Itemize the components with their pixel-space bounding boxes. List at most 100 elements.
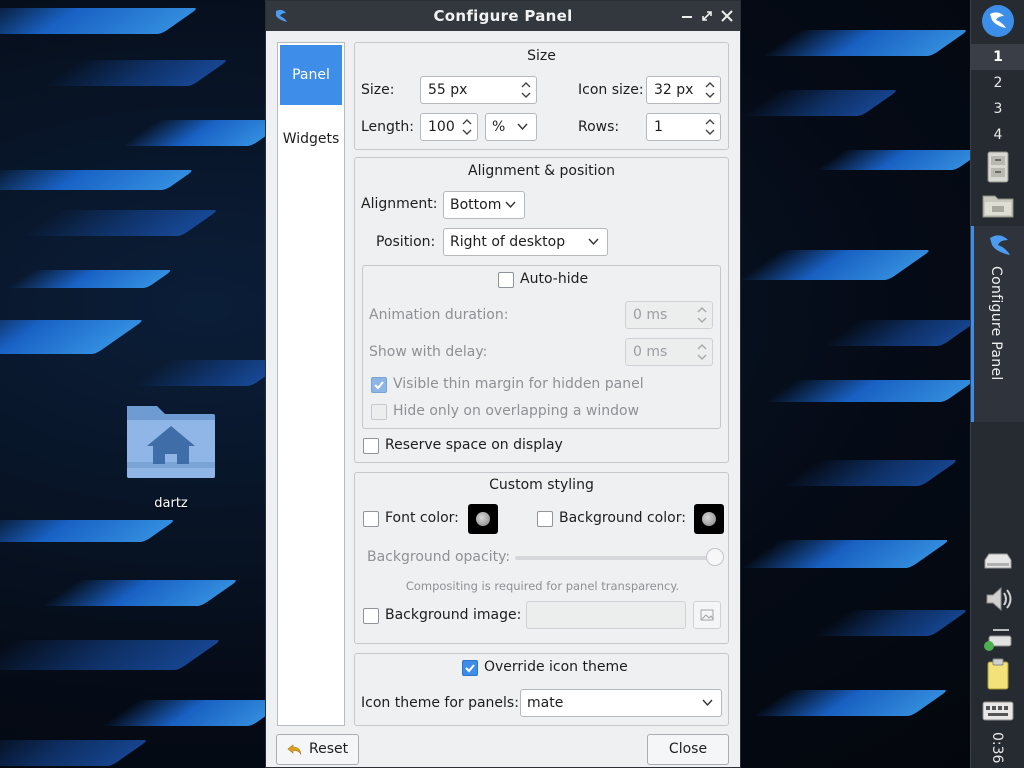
- length-unit-value: %: [492, 119, 506, 135]
- icon-size-value: 32 px: [654, 82, 694, 98]
- background-color-checkbox[interactable]: [537, 511, 553, 527]
- workspace-2[interactable]: 2: [971, 70, 1024, 96]
- animation-duration-value: 0 ms: [633, 307, 668, 323]
- maximize-icon[interactable]: [698, 6, 716, 26]
- file-cabinet-icon[interactable]: [979, 150, 1017, 184]
- background-color-label: Background color:: [559, 510, 686, 526]
- workspace-4[interactable]: 4: [971, 122, 1024, 148]
- hide-overlap-checkbox[interactable]: [371, 404, 387, 420]
- font-color-checkbox[interactable]: [363, 511, 379, 527]
- position-value: Right of desktop: [450, 234, 566, 250]
- spin-arrows-icon[interactable]: [704, 116, 716, 138]
- size-label: Size:: [361, 82, 395, 98]
- icon-size-label: Icon size:: [578, 82, 644, 98]
- rows-value: 1: [654, 119, 663, 135]
- thin-margin-label: Visible thin margin for hidden panel: [393, 376, 644, 392]
- configure-panel-dialog: Configure Panel Panel Widgets Size Size:…: [265, 0, 741, 768]
- lxqt-icon: [990, 235, 1010, 255]
- custom-styling-title: Custom styling: [489, 477, 594, 493]
- position-label: Position:: [376, 234, 436, 250]
- animation-duration-spinbox[interactable]: 0 ms: [625, 301, 713, 329]
- network-icon[interactable]: [981, 624, 1015, 654]
- undo-icon: [287, 744, 302, 755]
- spin-arrows-icon[interactable]: [696, 304, 708, 326]
- autohide-group: Auto-hide Animation duration: 0 ms Show …: [362, 265, 721, 429]
- chevron-down-icon: [588, 238, 599, 246]
- check-icon: [465, 664, 475, 673]
- minimize-icon[interactable]: [678, 6, 696, 26]
- autohide-checkbox[interactable]: [498, 272, 514, 288]
- folder-drive-icon[interactable]: [979, 188, 1017, 222]
- icon-theme-value: mate: [527, 695, 564, 711]
- chevron-down-icon: [517, 123, 528, 131]
- show-delay-spinbox[interactable]: 0 ms: [625, 338, 713, 366]
- show-delay-label: Show with delay:: [369, 344, 488, 360]
- sidebar-item-panel[interactable]: Panel: [280, 45, 342, 105]
- task-configure-panel[interactable]: Configure Panel: [971, 226, 1024, 422]
- category-sidebar: Panel Widgets: [277, 42, 345, 726]
- thin-margin-checkbox[interactable]: [371, 377, 387, 393]
- alignment-value: Bottom: [450, 197, 502, 213]
- browse-image-button[interactable]: [693, 601, 721, 629]
- length-value: 100: [428, 119, 455, 135]
- size-group: Size Size: 55 px Icon size: 32 px Length…: [354, 42, 729, 150]
- reset-button[interactable]: Reset: [276, 734, 359, 765]
- rows-spinbox[interactable]: 1: [646, 113, 721, 141]
- close-button[interactable]: Close: [647, 734, 729, 765]
- spin-arrows-icon[interactable]: [461, 116, 473, 138]
- reserve-space-label: Reserve space on display: [385, 437, 563, 453]
- background-image-checkbox[interactable]: [363, 608, 379, 624]
- font-color-label: Font color:: [385, 510, 459, 526]
- clock[interactable]: 0:36: [989, 732, 1005, 763]
- workspace-3[interactable]: 3: [971, 96, 1024, 122]
- title-bar[interactable]: Configure Panel: [266, 1, 740, 31]
- keyboard-icon[interactable]: [981, 698, 1015, 728]
- icon-size-spinbox[interactable]: 32 px: [646, 76, 721, 104]
- size-spinbox[interactable]: 55 px: [420, 76, 537, 104]
- opacity-slider-handle[interactable]: [706, 548, 724, 566]
- length-label: Length:: [361, 119, 415, 135]
- workspace-1[interactable]: 1: [971, 44, 1024, 70]
- reserve-space-checkbox[interactable]: [363, 438, 379, 454]
- alignment-group: Alignment & position Alignment: Bottom P…: [354, 157, 729, 463]
- drive-icon[interactable]: [981, 548, 1015, 578]
- main-menu-icon[interactable]: [979, 4, 1017, 38]
- length-unit-select[interactable]: %: [485, 113, 537, 141]
- spin-arrows-icon[interactable]: [696, 341, 708, 363]
- size-value: 55 px: [428, 82, 468, 98]
- window-title: Configure Panel: [433, 7, 573, 25]
- font-color-button[interactable]: [468, 504, 498, 534]
- autohide-label: Auto-hide: [520, 271, 589, 287]
- opacity-slider[interactable]: [515, 556, 715, 560]
- background-image-label: Background image:: [385, 607, 522, 623]
- chevron-down-icon: [505, 201, 516, 209]
- custom-styling-group: Custom styling Font color: Background co…: [354, 472, 729, 644]
- background-image-path-field[interactable]: [526, 601, 686, 629]
- icon-theme-label: Icon theme for panels:: [361, 695, 519, 711]
- length-spinbox[interactable]: 100: [420, 113, 478, 141]
- sidebar-item-widgets[interactable]: Widgets: [280, 109, 342, 169]
- size-group-title: Size: [527, 48, 556, 64]
- override-icon-theme-checkbox[interactable]: [462, 660, 478, 676]
- check-icon: [374, 381, 384, 390]
- home-folder-icon[interactable]: dartz: [118, 400, 224, 511]
- close-icon[interactable]: [718, 6, 736, 26]
- reset-label: Reset: [309, 741, 349, 757]
- chevron-down-icon: [702, 699, 713, 707]
- spin-arrows-icon[interactable]: [520, 79, 532, 101]
- icon-theme-select[interactable]: mate: [520, 689, 722, 717]
- clipboard-icon[interactable]: [981, 658, 1015, 690]
- image-icon: [700, 609, 714, 621]
- compositing-note: Compositing is required for panel transp…: [405, 579, 680, 593]
- position-select[interactable]: Right of desktop: [443, 228, 608, 256]
- background-color-button[interactable]: [694, 504, 724, 534]
- alignment-select[interactable]: Bottom: [443, 191, 525, 219]
- show-delay-value: 0 ms: [633, 344, 668, 360]
- spin-arrows-icon[interactable]: [704, 79, 716, 101]
- folder-home-icon: [125, 400, 217, 480]
- alignment-group-title: Alignment & position: [468, 163, 615, 179]
- animation-duration-label: Animation duration:: [369, 307, 509, 323]
- close-label: Close: [668, 741, 708, 757]
- desktop-icon-label: dartz: [154, 496, 188, 511]
- volume-icon[interactable]: [981, 584, 1015, 614]
